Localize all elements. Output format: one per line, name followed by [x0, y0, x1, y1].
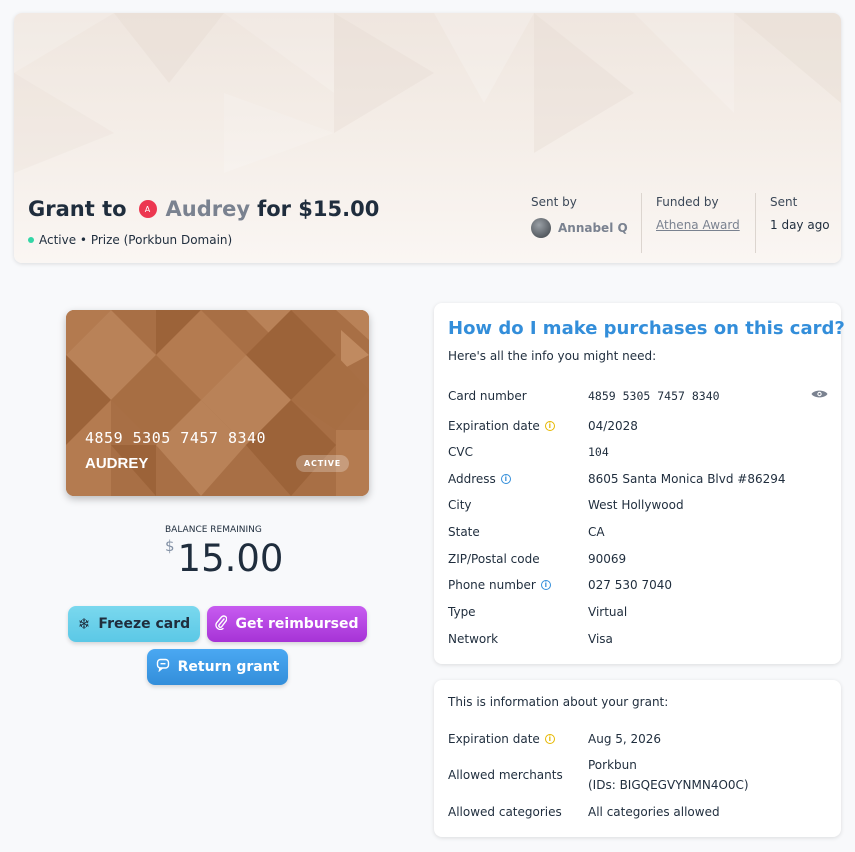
sender-name[interactable]: Annabel Q — [558, 221, 628, 235]
return-grant-button[interactable]: Return grant — [147, 649, 288, 685]
info-value: Virtual — [588, 605, 628, 619]
freeze-card-button[interactable]: ❄ Freeze card — [68, 606, 200, 642]
info-value: West Hollywood — [588, 498, 684, 512]
info-value: 027 530 7040 — [588, 578, 672, 592]
funded-by-link[interactable]: Athena Award — [656, 218, 740, 232]
currency-symbol: $ — [165, 537, 175, 555]
balance-value: 15.00 — [177, 537, 284, 580]
grant-value-ids: (IDs: BIGQEGVYNMN4O0C) — [588, 778, 749, 792]
info-key: Phone number — [448, 578, 536, 592]
info-key: City — [448, 498, 472, 512]
balance-amount: $ 15.00 — [165, 537, 283, 581]
info-key: Network — [448, 632, 499, 646]
panel-title: How do I make purchases on this card? — [448, 318, 845, 339]
funded-by-section: Funded by Athena Award — [656, 195, 740, 232]
eye-icon[interactable] — [811, 388, 828, 403]
info-icon[interactable]: i — [500, 474, 511, 484]
grant-value: Aug 5, 2026 — [588, 732, 662, 746]
recipient-avatar: A — [138, 200, 157, 218]
grant-status: Active • Prize (Porkbun Domain) — [28, 233, 232, 247]
chat-icon — [156, 658, 170, 676]
info-value: 90069 — [588, 552, 627, 566]
sent-by-label: Sent by — [531, 195, 577, 209]
info-value: Visa — [588, 632, 613, 646]
info-key: Type — [448, 605, 476, 619]
cardholder-name: AUDREY — [85, 455, 149, 472]
info-key: CVC — [448, 445, 473, 459]
grant-prefix: Grant to — [28, 197, 127, 221]
panel-subtitle: This is information about your grant: — [448, 695, 669, 709]
grant-key: Allowed categories — [448, 805, 562, 819]
info-icon[interactable]: i — [544, 421, 555, 431]
info-value[interactable]: 104 — [588, 445, 609, 459]
balance-label: BALANCE REMAINING — [165, 525, 262, 535]
sent-by-section: Sent by Annabel Q — [531, 195, 628, 238]
info-value: 8605 Santa Monica Blvd #86294 — [588, 472, 786, 486]
card-status-badge: ACTIVE — [296, 455, 349, 472]
grant-header: Grant to A Audrey for $15.00 Active • Pr… — [14, 13, 841, 263]
status-text: Active • Prize (Porkbun Domain) — [39, 233, 233, 247]
recipient-name[interactable]: Audrey — [166, 197, 251, 221]
card-number: 4859 5305 7457 8340 — [85, 429, 267, 447]
grant-amount: for $15.00 — [257, 197, 380, 221]
grant-value: All categories allowed — [588, 805, 720, 819]
info-key: Expiration date — [448, 419, 540, 433]
grant-key: Allowed merchants — [448, 768, 563, 782]
info-key: Address — [448, 472, 496, 486]
status-dot-icon — [28, 237, 34, 243]
grant-value: Porkbun — [588, 758, 637, 772]
info-value: 04/2028 — [588, 419, 638, 433]
divider — [641, 193, 642, 253]
freeze-card-label: Freeze card — [98, 616, 191, 632]
info-key: ZIP/Postal code — [448, 552, 540, 566]
info-icon[interactable]: i — [544, 734, 555, 744]
sent-label: Sent — [770, 195, 798, 209]
funded-by-label: Funded by — [656, 195, 719, 209]
grant-title: Grant to A Audrey for $15.00 — [28, 197, 379, 221]
panel-subtitle: Here's all the info you might need: — [448, 349, 657, 363]
info-icon[interactable]: i — [540, 580, 551, 590]
info-value[interactable]: 4859 5305 7457 8340 — [588, 389, 720, 403]
sent-section: Sent 1 day ago — [770, 195, 830, 232]
sent-time: 1 day ago — [770, 218, 830, 232]
card-info-panel: How do I make purchases on this card? He… — [434, 303, 845, 664]
sender-avatar — [531, 218, 551, 238]
info-key: Card number — [448, 389, 527, 403]
info-key: State — [448, 525, 480, 539]
get-reimbursed-label: Get reimbursed — [235, 616, 359, 632]
grant-key: Expiration date — [448, 732, 540, 746]
info-value: CA — [588, 525, 605, 539]
return-grant-label: Return grant — [177, 659, 280, 675]
get-reimbursed-button[interactable]: Get reimbursed — [207, 606, 367, 642]
snowflake-icon: ❄ — [77, 615, 91, 633]
virtual-card[interactable]: 4859 5305 7457 8340 AUDREY ACTIVE — [66, 310, 369, 496]
divider — [755, 193, 756, 253]
grant-info-panel: This is information about your grant: Ex… — [434, 680, 841, 837]
paperclip-icon — [215, 614, 228, 634]
